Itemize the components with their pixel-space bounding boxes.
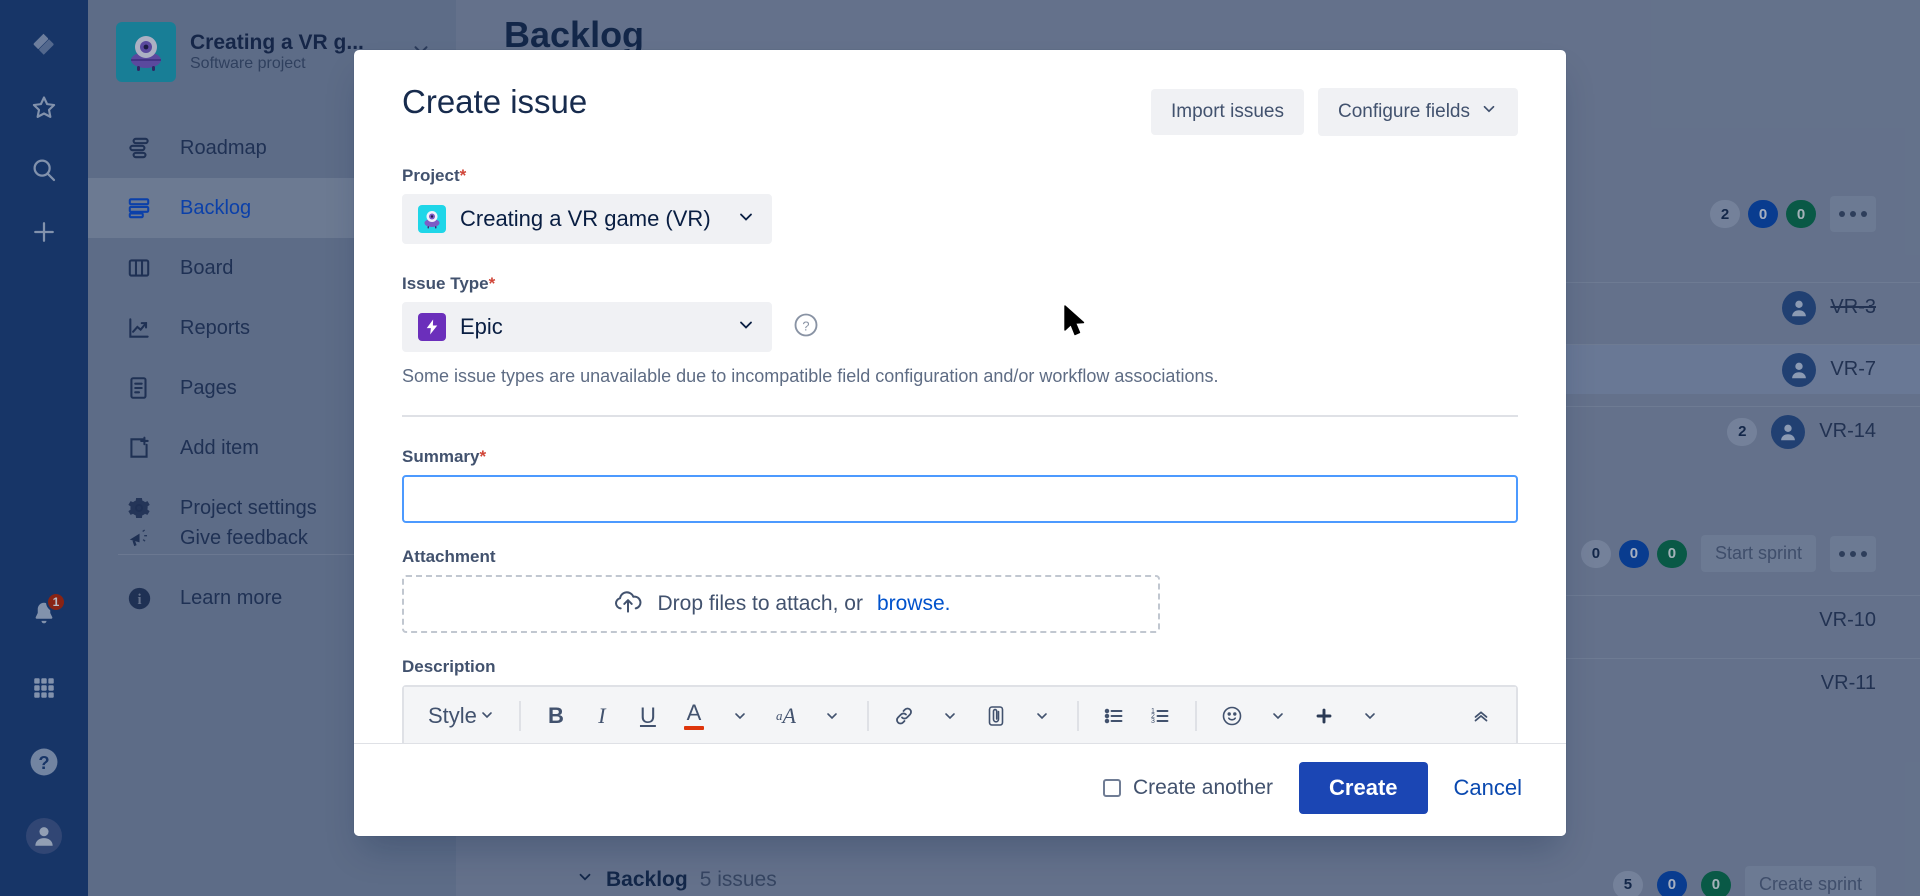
toolbar-divider — [1194, 700, 1197, 731]
numbered-list-icon[interactable]: 1 2 3 — [1139, 695, 1181, 737]
create-button[interactable]: Create — [1299, 762, 1428, 814]
svg-text:3: 3 — [1151, 718, 1155, 725]
chevron-down-icon — [1480, 100, 1498, 124]
configure-fields-button[interactable]: Configure fields — [1317, 88, 1518, 136]
description-field: Description Style B I U A a A 1 2 3 — [402, 657, 1518, 743]
issue-type-select-value: Epic — [460, 314, 503, 339]
description-editor: Style B I U A a A 1 2 3 — [402, 685, 1518, 743]
text-color-button[interactable]: A — [673, 695, 715, 737]
bullet-list-icon[interactable] — [1093, 695, 1135, 737]
issue-type-help-note: Some issue types are unavailable due to … — [402, 366, 1219, 386]
emoji-dropdown[interactable] — [1257, 695, 1299, 737]
project-label: Project* — [402, 166, 1518, 186]
project-select-value: Creating a VR game (VR) — [460, 206, 711, 231]
project-select[interactable]: Creating a VR game (VR) — [402, 194, 772, 244]
editor-toolbar: Style B I U A a A 1 2 3 — [404, 687, 1516, 743]
bold-button[interactable]: B — [535, 695, 577, 737]
summary-label-text: Summary — [402, 447, 480, 466]
dialog-header-actions: Import issues Configure fields — [1150, 82, 1518, 136]
dialog-body: Project* Creating a VR game (VR) Issue T… — [354, 136, 1566, 743]
project-field: Project* Creating a VR game (VR) — [402, 166, 1518, 244]
paperclip-dropdown[interactable] — [1021, 695, 1063, 737]
toolbar-divider — [1076, 700, 1079, 731]
svg-text:?: ? — [802, 318, 809, 333]
chevron-down-icon — [736, 315, 756, 340]
dialog-header: Create issue Import issues Configure fie… — [354, 50, 1566, 136]
issue-type-label-text: Issue Type — [402, 274, 489, 293]
style-dropdown-label: Style — [428, 702, 477, 728]
project-label-text: Project — [402, 166, 460, 185]
chevron-double-up-icon[interactable] — [1460, 695, 1502, 737]
issue-type-select[interactable]: Epic — [402, 302, 772, 352]
cancel-button[interactable]: Cancel — [1454, 775, 1522, 801]
attachment-drop-text: Drop files to attach, or — [657, 592, 863, 615]
required-marker: * — [479, 447, 487, 466]
summary-label: Summary* — [402, 447, 1518, 467]
chevron-down-icon — [479, 703, 495, 729]
import-issues-button[interactable]: Import issues — [1150, 89, 1304, 135]
link-icon[interactable] — [883, 695, 925, 737]
emoji-icon[interactable] — [1211, 695, 1253, 737]
configure-fields-label: Configure fields — [1337, 101, 1470, 122]
dialog-title: Create issue — [402, 83, 588, 120]
epic-icon — [418, 313, 446, 341]
summary-field: Summary* — [402, 447, 1518, 523]
text-color-letter: A — [686, 699, 702, 725]
more-text-styles-icon[interactable]: aA — [765, 695, 807, 737]
summary-input[interactable] — [402, 475, 1518, 523]
paperclip-icon[interactable] — [975, 695, 1017, 737]
dialog-footer: Create another Create Cancel — [354, 743, 1566, 836]
attachment-label: Attachment — [402, 547, 496, 566]
style-dropdown[interactable]: Style — [418, 695, 505, 737]
more-text-styles-dropdown[interactable] — [811, 695, 853, 737]
cloud-upload-icon — [612, 585, 644, 623]
issue-type-label: Issue Type* — [402, 274, 1518, 294]
required-marker: * — [488, 274, 496, 293]
description-label: Description — [402, 657, 496, 676]
section-divider — [402, 415, 1518, 417]
attachment-field: Attachment Drop files to attach, or brow… — [402, 547, 1518, 633]
insert-more-dropdown[interactable] — [1349, 695, 1391, 737]
plus-icon[interactable] — [1303, 695, 1345, 737]
create-another-checkbox[interactable]: Create another — [1102, 776, 1274, 800]
italic-button[interactable]: I — [581, 695, 623, 737]
issue-type-field: Issue Type* Epic ? Some issue types are … — [402, 274, 1518, 387]
underline-button[interactable]: U — [627, 695, 669, 737]
project-avatar-icon — [418, 205, 446, 233]
issue-type-row: Epic ? — [402, 302, 1518, 352]
create-another-label: Create another — [1132, 776, 1274, 799]
create-issue-dialog: Create issue Import issues Configure fie… — [354, 50, 1566, 836]
toolbar-divider — [866, 700, 869, 731]
chevron-down-icon — [736, 207, 756, 232]
text-color-swatch — [683, 725, 704, 730]
attachment-browse-link[interactable]: browse. — [877, 592, 951, 616]
required-marker: * — [459, 166, 467, 185]
text-color-dropdown[interactable] — [719, 695, 761, 737]
checkbox-box — [1102, 779, 1121, 797]
link-dropdown[interactable] — [929, 695, 971, 737]
issue-type-help-icon[interactable]: ? — [792, 311, 820, 344]
attachment-dropzone[interactable]: Drop files to attach, or browse. — [402, 575, 1160, 633]
toolbar-divider — [518, 700, 521, 731]
